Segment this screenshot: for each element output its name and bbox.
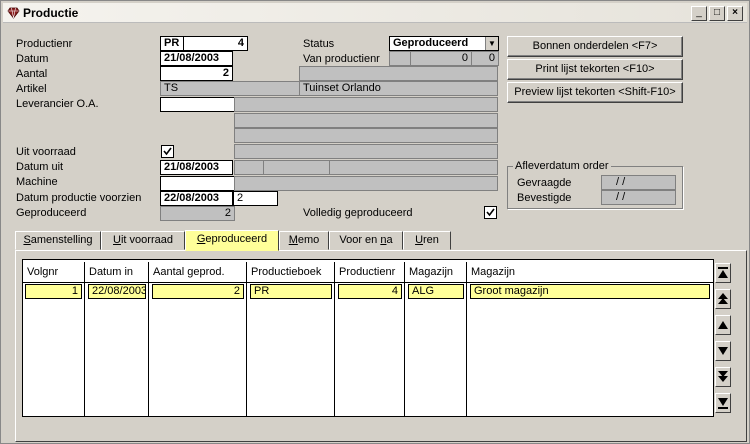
chevron-down-icon[interactable]: ▼ (485, 37, 498, 50)
close-icon: × (732, 7, 738, 18)
title-bar: Productie _ □ × (3, 3, 747, 23)
next-record-button[interactable] (715, 341, 731, 361)
aantal-extra-field (299, 66, 498, 81)
close-button[interactable]: × (727, 6, 743, 21)
production-grid: Volgnr Datum in Aantal geprod. Productie… (22, 259, 714, 417)
page-down-icon (718, 371, 728, 382)
tab-uren[interactable]: Uren (403, 231, 451, 250)
label-status: Status (303, 38, 335, 50)
tab-uit-voorraad[interactable]: Uit voorraad (101, 231, 185, 250)
col-header-magazijn-code[interactable]: Magazijn (405, 262, 467, 282)
label-productienr: Productienr (16, 38, 73, 50)
checkmark-icon (163, 147, 172, 156)
leverancier-field[interactable] (160, 97, 235, 112)
arrow-up-icon (718, 321, 728, 329)
page-down-button[interactable] (715, 367, 731, 387)
leverancier-city-field (234, 128, 498, 143)
label-artikel: Artikel (16, 83, 47, 95)
datum-uit-field[interactable]: 21/08/2003 (160, 160, 233, 175)
label-aantal: Aantal (16, 68, 48, 80)
preview-lijst-tekorten-button[interactable]: Preview lijst tekorten <Shift-F10> (507, 82, 683, 103)
window-title: Productie (23, 6, 79, 20)
artikel-name-field: Tuinset Orlando (299, 81, 498, 96)
tab-samenstelling[interactable]: Samenstelling (15, 231, 101, 250)
gevraagde-field[interactable]: / / (601, 175, 676, 190)
minimize-button[interactable]: _ (691, 6, 707, 21)
machine-field[interactable] (160, 176, 235, 191)
grid-cell-productieboek[interactable]: PR (250, 284, 332, 299)
afleverdatum-title: Afleverdatum order (513, 160, 611, 172)
grid-cell-volgnr[interactable]: 1 (25, 284, 82, 299)
last-record-icon (718, 398, 728, 409)
datum-field[interactable]: 21/08/2003 (160, 51, 233, 66)
first-record-button[interactable] (715, 263, 731, 283)
label-datum-productie-voorzien: Datum productie voorzien (16, 192, 142, 204)
aantal-field[interactable]: 2 (160, 66, 233, 81)
checkmark-icon (486, 208, 495, 217)
artikel-code-field[interactable]: TS (160, 81, 300, 96)
page-up-icon (718, 293, 728, 304)
machine-name-field (234, 176, 498, 191)
col-header-magazijn-name[interactable]: Magazijn (467, 262, 713, 282)
datum-uit-extra-a (234, 160, 264, 175)
tab-voor-en-na[interactable]: Voor en na (329, 231, 403, 250)
label-van-productienr: Van productienr (303, 53, 380, 65)
print-lijst-tekorten-button[interactable]: Print lijst tekorten <F10> (507, 59, 683, 80)
label-machine: Machine (16, 176, 58, 188)
bonnen-onderdelen-button[interactable]: Bonnen onderdelen <F7> (507, 36, 683, 57)
grid-cell-magazijn-name[interactable]: Groot magazijn (470, 284, 710, 299)
grid-cell-datum-in[interactable]: 22/08/2003 (88, 284, 146, 299)
van-productienr-a: 0 (410, 51, 472, 66)
label-gevraagde: Gevraagde (517, 177, 572, 189)
productienr-field[interactable]: 4 (183, 36, 248, 51)
datum-uit-extra-c (329, 160, 498, 175)
productienr-prefix-field[interactable]: PR (160, 36, 184, 51)
van-productienr-prefix (389, 51, 411, 66)
app-icon (7, 7, 20, 19)
label-datum: Datum (16, 53, 49, 65)
arrow-down-icon (718, 347, 728, 355)
datum-productie-voorzien-field[interactable]: 22/08/2003 (160, 191, 233, 206)
label-uit-voorraad: Uit voorraad (16, 146, 76, 158)
col-header-datum-in[interactable]: Datum in (85, 262, 149, 282)
col-header-productieboek[interactable]: Productieboek (247, 262, 335, 282)
datum-productie-voorzien-extra-field[interactable]: 2 (233, 191, 278, 206)
maximize-button[interactable]: □ (709, 6, 725, 21)
van-productienr-b: 0 (471, 51, 499, 66)
col-header-productienr[interactable]: Productienr (335, 262, 405, 282)
grid-cell-productienr[interactable]: 4 (338, 284, 402, 299)
label-bevestigde: Bevestigde (517, 192, 572, 204)
label-geproduceerd: Geproduceerd (16, 207, 87, 219)
uit-voorraad-checkbox[interactable] (161, 145, 174, 158)
bevestigde-field[interactable]: / / (601, 190, 676, 205)
first-record-icon (718, 267, 728, 278)
status-value: Geproduceerd (393, 37, 469, 49)
productie-window: Productie _ □ × Productienr Datum Aantal… (0, 0, 750, 444)
uit-voorraad-info-field (234, 144, 498, 159)
leverancier-address-field (234, 113, 498, 128)
grid-cell-magazijn-code[interactable]: ALG (408, 284, 464, 299)
col-header-volgnr[interactable]: Volgnr (23, 262, 85, 282)
status-select[interactable]: Geproduceerd ▼ (389, 36, 499, 51)
page-up-button[interactable] (715, 289, 731, 309)
grid-cell-aantal-geprod[interactable]: 2 (152, 284, 244, 299)
tab-geproduceerd[interactable]: Geproduceerd (185, 230, 279, 251)
tab-memo[interactable]: Memo (279, 231, 329, 250)
label-leverancier: Leverancier O.A. (16, 98, 99, 110)
col-header-aantal-geprod[interactable]: Aantal geprod. (149, 262, 247, 282)
label-volledig-geproduceerd: Volledig geproduceerd (303, 207, 413, 219)
minimize-icon: _ (696, 7, 702, 18)
volledig-geproduceerd-checkbox[interactable] (484, 206, 497, 219)
leverancier-name-field (234, 97, 498, 112)
maximize-icon: □ (713, 7, 721, 18)
previous-record-button[interactable] (715, 315, 731, 335)
geproduceerd-field: 2 (160, 206, 235, 221)
label-datum-uit: Datum uit (16, 161, 64, 173)
last-record-button[interactable] (715, 393, 731, 413)
datum-uit-extra-b (263, 160, 330, 175)
